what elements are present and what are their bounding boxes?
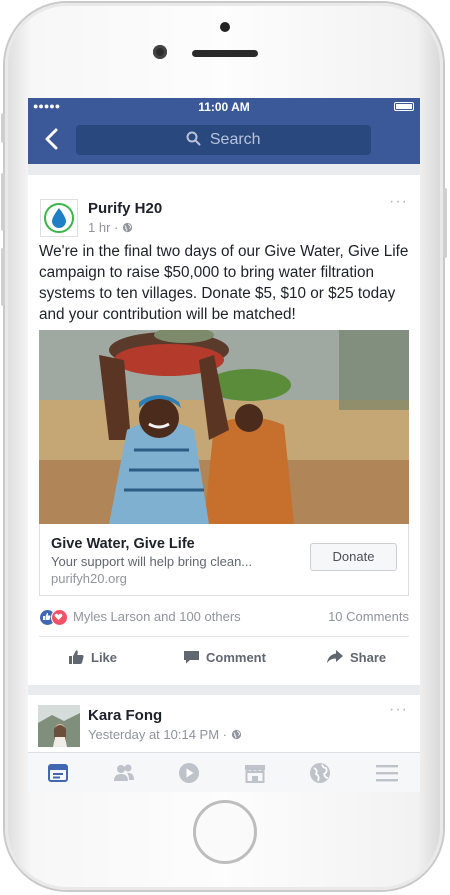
page-avatar[interactable] [40,199,78,237]
profile-name[interactable]: Kara Fong [88,707,162,724]
post-time[interactable]: 1 hr [88,220,110,235]
post-meta: 1 hr · [88,220,133,235]
status-bar: ●●●●● 11:00 AM [28,98,420,115]
globe-icon [231,729,241,740]
profile-avatar[interactable] [38,705,80,747]
status-time: 11:00 AM [198,100,250,114]
power-button [443,188,447,258]
post-text: We're in the final two days of our Give … [39,243,409,323]
front-camera [153,45,167,59]
volume-down-button [1,248,5,306]
share-button[interactable]: Share [326,649,386,665]
share-label: Share [350,650,387,665]
battery-icon [394,102,414,111]
news-feed-icon[interactable] [47,762,69,784]
comment-label: Comment [206,650,266,665]
globe-icon [122,222,133,233]
more-options-icon[interactable]: ··· [389,701,408,719]
post-card: Purify H20 1 hr · ··· We're in the final… [28,175,420,685]
chevron-left-icon[interactable] [42,127,66,151]
page-name[interactable]: Purify H20 [88,200,162,217]
link-preview[interactable]: Give Water, Give Life Your support will … [39,524,409,596]
home-button[interactable] [193,800,257,864]
mute-switch [1,113,5,143]
globe-icon[interactable] [309,762,331,784]
post-photo[interactable] [39,330,409,524]
comment-icon [184,651,199,664]
link-description: Your support will help bring clean... [51,554,253,569]
earpiece-speaker [192,50,258,57]
search-input[interactable]: Search [76,125,371,155]
link-url: purifyh20.org [51,571,127,586]
like-label: Like [91,650,118,665]
comment-button[interactable]: Comment [183,649,266,665]
children-carrying-basins-image [39,330,409,524]
action-divider [39,636,409,637]
person-photo [38,705,80,747]
water-drop-icon [52,208,66,228]
more-options-icon[interactable]: ··· [389,193,408,211]
post-actions: Like Comment Share [28,649,420,673]
thumbs-up-icon [69,650,84,664]
friends-icon[interactable] [112,762,134,784]
love-reaction-icon [51,609,68,626]
app-screen: ●●●●● 11:00 AM Search Purify H20 1 hr · [28,98,420,792]
post-meta: Yesterday at 10:14 PM · [88,727,242,742]
menu-icon[interactable] [375,762,398,784]
post-time[interactable]: Yesterday at 10:14 PM [88,727,219,742]
donate-button[interactable]: Donate [310,543,397,571]
volume-up-button [1,173,5,231]
proximity-sensor [220,22,230,32]
bottom-tab-bar [28,752,420,792]
link-title: Give Water, Give Life [51,536,195,552]
search-placeholder: Search [209,131,261,148]
video-icon[interactable] [178,762,200,784]
marketplace-icon[interactable] [243,762,265,784]
search-icon [186,131,201,146]
comment-count[interactable]: 10 Comments [328,609,409,624]
reaction-names[interactable]: Myles Larson and 100 others [73,609,241,624]
like-button[interactable]: Like [68,649,117,665]
reactions-bar[interactable]: Myles Larson and 100 others 10 Comments [39,607,409,627]
share-icon [327,650,343,663]
top-nav: Search [28,115,420,164]
